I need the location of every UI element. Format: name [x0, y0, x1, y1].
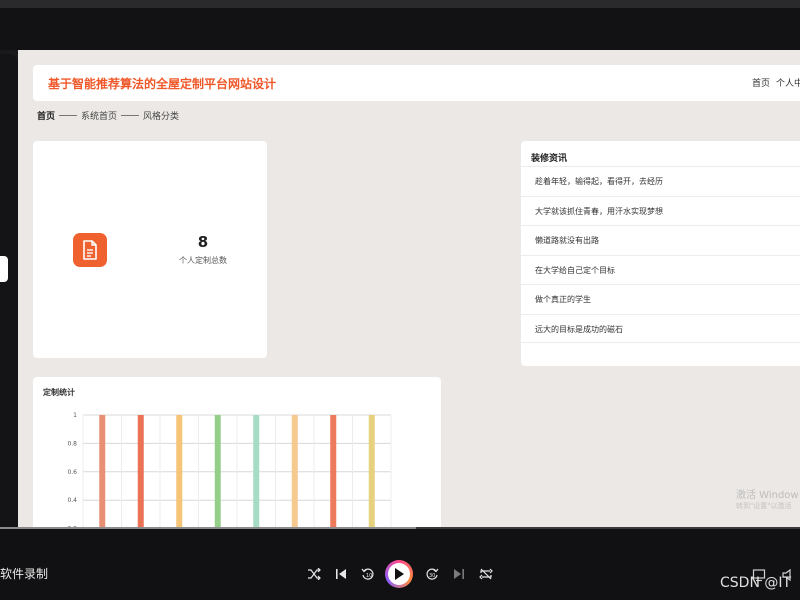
top-bevel [0, 0, 800, 8]
news-title: 装修资讯 [531, 154, 568, 164]
chart-bar[interactable] [214, 415, 221, 527]
nav-personal-link[interactable]: 个人中 [776, 76, 800, 89]
play-button[interactable] [385, 560, 413, 588]
news-item[interactable]: 在大学给自己定个目标 [521, 254, 800, 285]
activation-watermark-hint: 转到"设置"以激活 [736, 502, 792, 510]
player-bar: 软件录制 10 30 CSDN @IT [0, 527, 800, 600]
screen: 基于智能推荐算法的全屋定制平台网站设计 首页 个人中 首页 系统首页 风格分类 [0, 0, 800, 600]
header-nav: 首页 个人中 [752, 76, 800, 89]
news-item[interactable]: 大学就该抓住青春，用汗水实现梦想 [521, 195, 800, 226]
play-icon [388, 563, 410, 585]
breadcrumb-item-system-home[interactable]: 系统首页 [81, 109, 117, 122]
progress-fill [0, 527, 416, 529]
rewind-10-icon[interactable]: 10 [359, 565, 377, 583]
document-icon [73, 233, 107, 267]
loop-icon[interactable] [477, 565, 495, 583]
webpage: 基于智能推荐算法的全屋定制平台网站设计 首页 个人中 首页 系统首页 风格分类 [18, 50, 800, 527]
y-tick-label: 0.8 [67, 440, 77, 447]
csdn-watermark: CSDN @IT [720, 575, 792, 591]
site-header: 基于智能推荐算法的全屋定制平台网站设计 首页 个人中 [33, 65, 800, 101]
news-item[interactable]: 远大的目标是成功的磁石 [521, 313, 800, 343]
news-item[interactable]: 趁着年轻，输得起，看得开，去经历 [521, 166, 800, 196]
breadcrumb-separator [121, 115, 140, 116]
activation-watermark: 激活 Window [736, 490, 799, 501]
nav-home-link[interactable]: 首页 [752, 76, 770, 89]
custom-stats-chart-card: 定制统计 00.20.40.60.81 [33, 377, 441, 527]
next-icon[interactable] [450, 565, 468, 583]
chart-bar[interactable] [253, 415, 260, 527]
chart-bar[interactable] [291, 415, 298, 527]
custom-count-value: 8 [197, 233, 209, 251]
breadcrumb-item-style-category[interactable]: 风格分类 [143, 109, 179, 122]
news-card: 装修资讯 趁着年轻，输得起，看得开，去经历 大学就该抓住青春，用汗水实现梦想 懒… [521, 141, 800, 366]
site-title: 基于智能推荐算法的全屋定制平台网站设计 [48, 77, 277, 91]
y-tick-label: 0.4 [67, 497, 77, 504]
news-item[interactable]: 懒道路就没有出路 [521, 225, 800, 255]
svg-text:10: 10 [366, 573, 372, 579]
chart-bar[interactable] [137, 415, 144, 527]
news-list: 趁着年轻，输得起，看得开，去经历 大学就该抓住青春，用汗水实现梦想 懒道路就没有… [521, 166, 800, 343]
breadcrumb-home[interactable]: 首页 [37, 109, 55, 122]
forward-30-icon[interactable]: 30 [423, 565, 441, 583]
chart-bar[interactable] [330, 415, 337, 527]
side-panel-handle[interactable] [0, 256, 8, 282]
progress-bar[interactable] [0, 527, 800, 529]
breadcrumb-separator [59, 115, 78, 116]
y-tick-label: 0.6 [67, 469, 77, 476]
svg-text:30: 30 [429, 573, 435, 579]
custom-count-label: 个人定制总数 [179, 256, 227, 265]
chart-bar[interactable] [99, 415, 106, 527]
shuffle-icon[interactable] [305, 565, 323, 583]
previous-icon[interactable] [332, 565, 350, 583]
chart-bar[interactable] [368, 415, 375, 527]
bar-chart: 00.20.40.60.81 [67, 412, 392, 527]
record-label: 软件录制 [0, 567, 49, 581]
breadcrumb: 首页 系统首页 风格分类 [37, 109, 179, 122]
chart-bar[interactable] [176, 415, 183, 527]
custom-count-card: 8 个人定制总数 [33, 141, 267, 358]
news-item[interactable]: 做个真正的学生 [521, 284, 800, 314]
top-bar [0, 0, 800, 50]
side-panel [0, 54, 18, 532]
y-tick-label: 1 [73, 412, 77, 419]
